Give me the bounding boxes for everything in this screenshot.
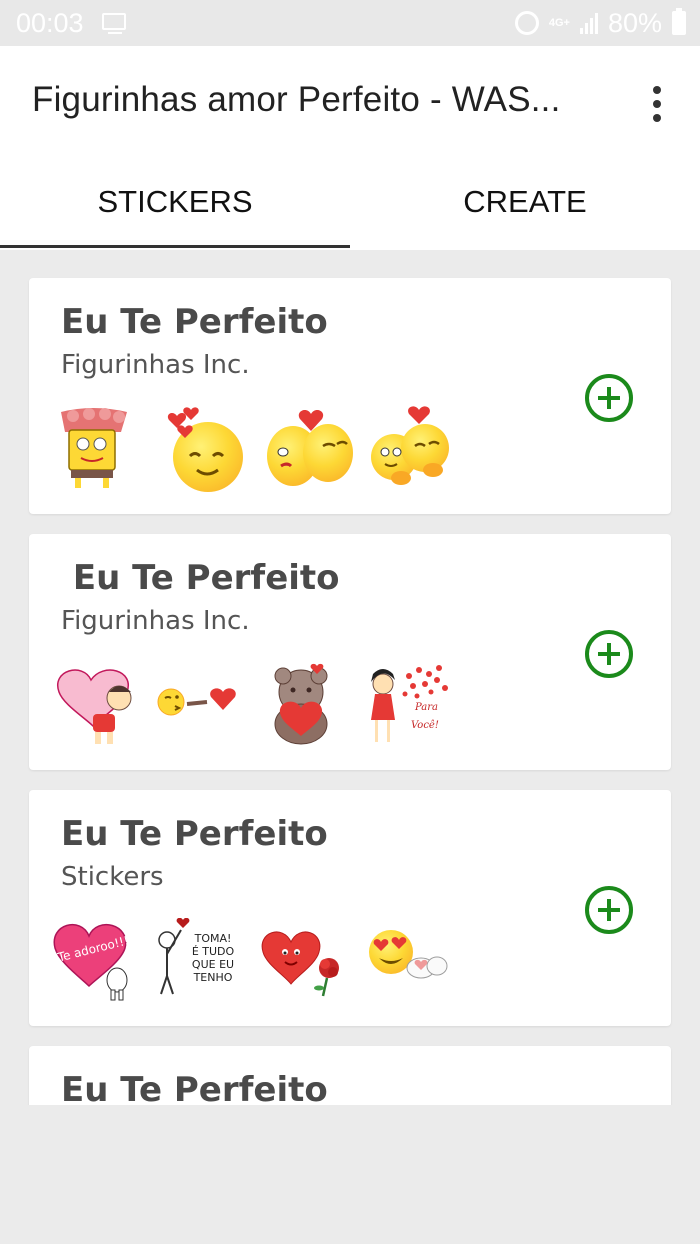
toma-tudo-sticker: TOMA! É TUDO QUE EU TENHO	[157, 917, 237, 998]
pack-publisher: Figurinhas Inc.	[61, 350, 250, 380]
tab-stickers[interactable]: STICKERS	[0, 154, 350, 250]
app-title: Figurinhas amor Perfeito - WAS...	[32, 80, 561, 119]
tab-create[interactable]: CREATE	[350, 154, 700, 250]
status-icons: 4G+ 80%	[514, 7, 686, 38]
sponge-hearts-sticker	[53, 406, 133, 488]
app-bar: Figurinhas amor Perfeito - WAS... STICKE…	[0, 46, 700, 250]
overflow-menu-icon[interactable]	[646, 86, 668, 122]
heart-eyes-emoji-sticker	[365, 918, 448, 998]
sticker-preview-row	[53, 406, 451, 492]
girl-blowing-hearts-sticker: Para Você!	[365, 662, 448, 742]
sticker-preview-row: Te adoroo!!! TOMA! É TUDO QUE EU TENHO	[53, 917, 448, 1001]
sticker-voce-text: Você!	[411, 720, 439, 731]
heart-rose-sticker	[261, 918, 341, 998]
sticker-para-text: Para	[415, 702, 438, 713]
sticker-pack-card[interactable]: Eu Te Perfeito Figurinhas Inc.	[29, 534, 671, 770]
network-type: 4G+	[548, 17, 570, 29]
pack-title: Eu Te Perfeito	[61, 302, 328, 342]
kissing-smileys-sticker	[267, 406, 353, 486]
pack-title: Eu Te Perfeito	[61, 558, 340, 598]
kiss-emoji-heart-sticker	[157, 662, 237, 742]
pack-title: Eu Te Perfeito	[61, 814, 328, 854]
hugging-smileys-sticker	[371, 406, 451, 486]
add-pack-button[interactable]	[585, 886, 633, 934]
pack-publisher: Stickers	[61, 862, 164, 892]
screen-cast-icon	[102, 13, 126, 34]
sticker-pack-list[interactable]: Eu Te Perfeito Figurinhas Inc. Eu Te Per…	[0, 250, 700, 1105]
bottom-empty-area	[0, 1105, 700, 1244]
pack-title: Eu Te Perfeito	[61, 1070, 328, 1105]
pack-publisher: Figurinhas Inc.	[61, 606, 250, 636]
signal-icon	[579, 12, 598, 34]
battery-level: 80%	[607, 7, 662, 38]
status-time: 00:03	[16, 8, 84, 38]
sticker-pack-card[interactable]: Eu Te Perfeito Stickers Te adoroo!!! TOM…	[29, 790, 671, 1026]
bear-hugging-heart-sticker	[261, 662, 341, 745]
alarm-icon	[514, 11, 539, 35]
te-adoroo-sticker: Te adoroo!!!	[53, 918, 133, 1001]
add-pack-button[interactable]	[585, 374, 633, 422]
sticker-pack-card[interactable]: Eu Te Perfeito Figurinhas Inc.	[29, 278, 671, 514]
sticker-pack-card[interactable]: Eu Te Perfeito	[29, 1046, 671, 1105]
girl-holding-heart-sticker	[53, 662, 133, 744]
blushing-smiley-sticker	[163, 406, 243, 492]
battery-icon	[672, 8, 686, 35]
status-bar: 00:03 4G+ 80%	[0, 0, 700, 46]
sticker-toma-text: TOMA! É TUDO QUE EU TENHO	[191, 932, 235, 984]
add-pack-button[interactable]	[585, 630, 633, 678]
sticker-preview-row: Para Você!	[53, 662, 448, 745]
tab-indicator	[0, 245, 350, 248]
